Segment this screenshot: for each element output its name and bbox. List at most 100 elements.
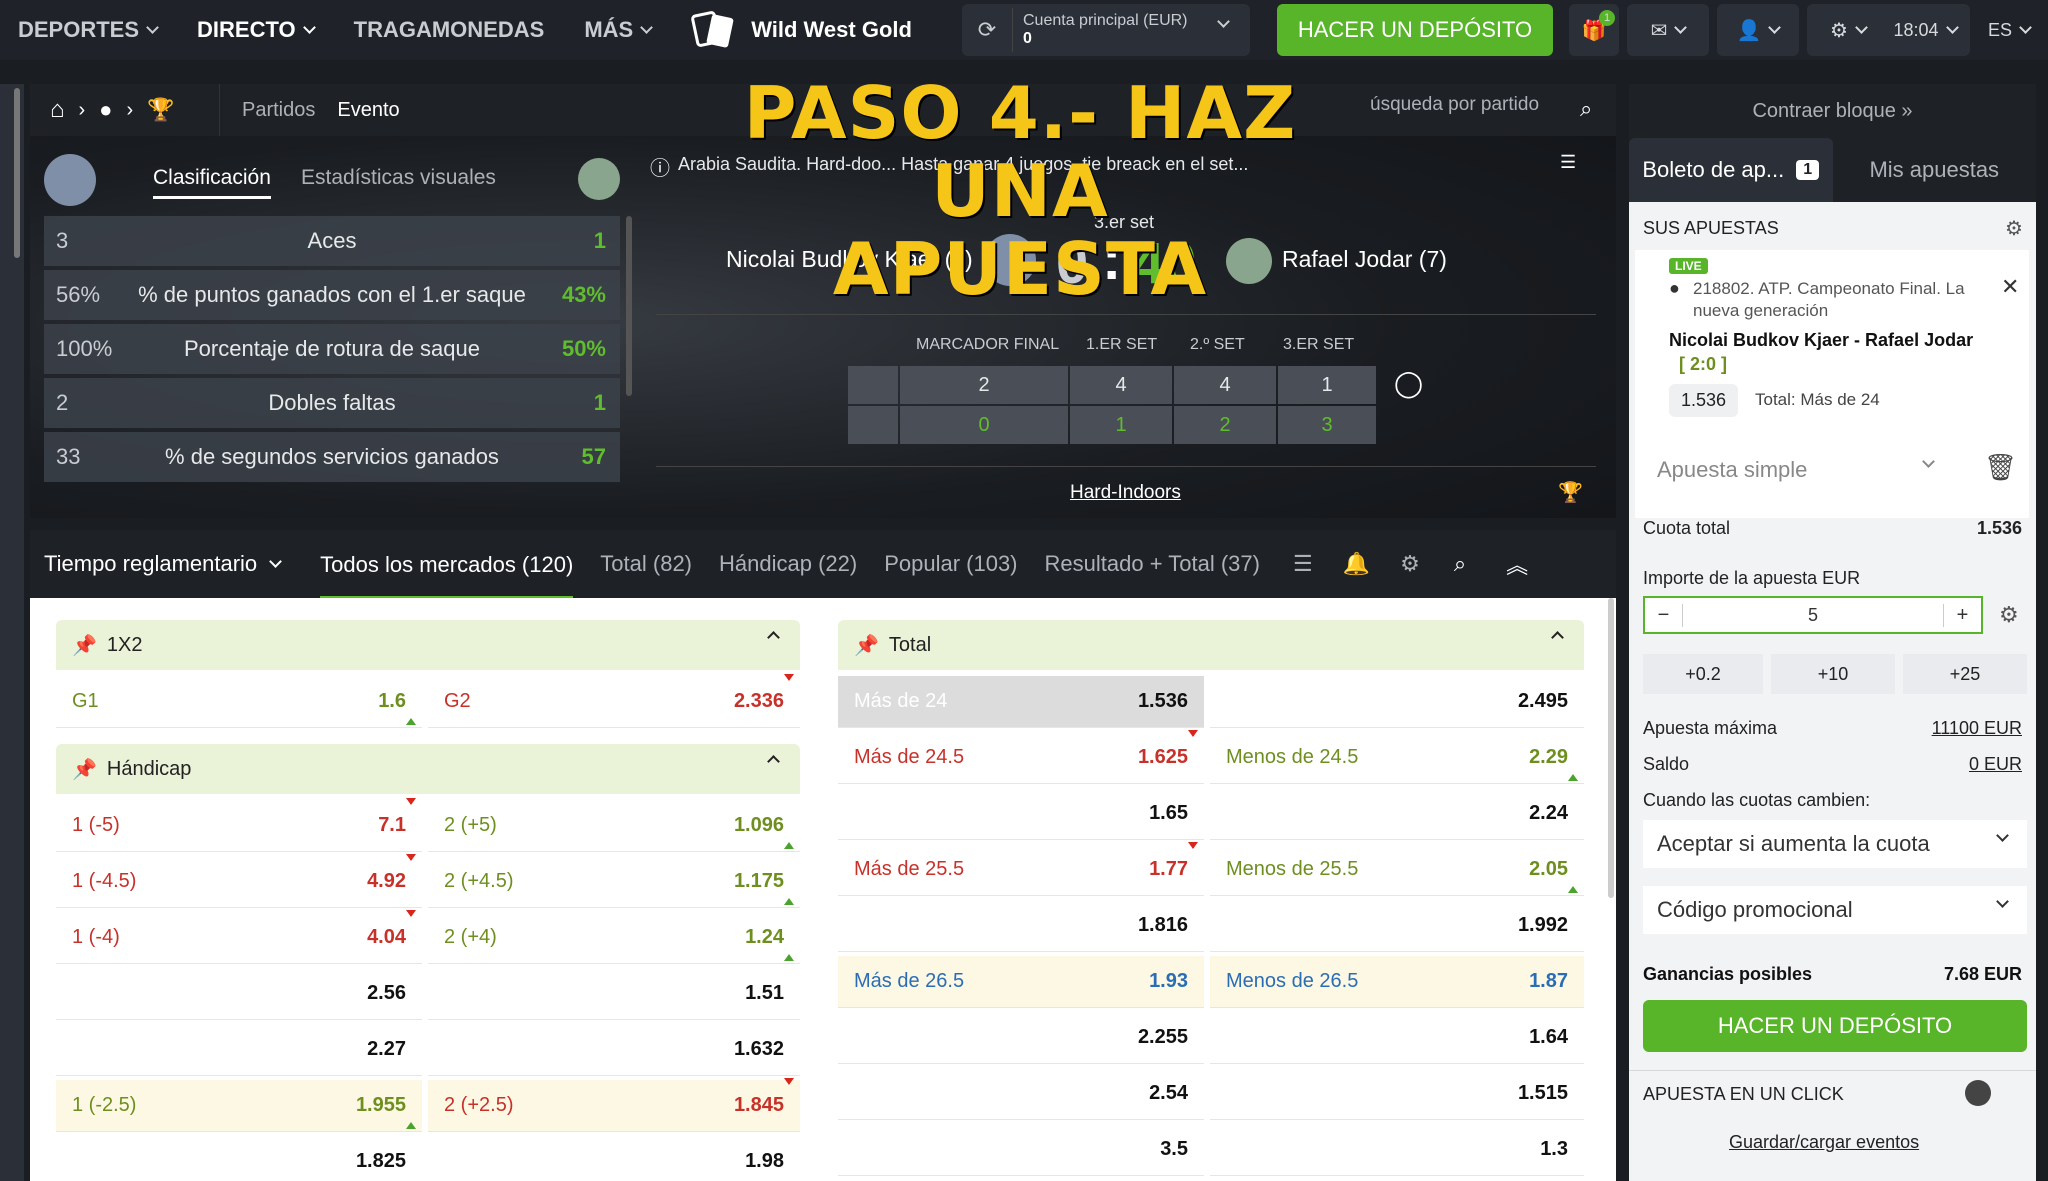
odd-total[interactable]: Menos de 27.5 1.515 [1210, 1068, 1584, 1120]
odd-handicap[interactable]: 1 (-4) 4.04 [56, 910, 422, 964]
increase-button[interactable]: + [1943, 603, 1981, 627]
tab-visual-stats[interactable]: Estadísticas visuales [301, 166, 496, 190]
odd-handicap[interactable]: 1 (-4.5) 4.92 [56, 854, 422, 908]
account-selector[interactable]: ⟳ Cuenta principal (EUR) 0 [962, 4, 1250, 56]
odd-handicap[interactable]: 1 (-5) 7.1 [56, 798, 422, 852]
odd-total[interactable]: Menos de 26.5 1.87 [1210, 956, 1584, 1008]
search-icon[interactable]: ⌕ [1454, 551, 1466, 577]
deposit-button[interactable]: HACER UN DEPÓSITO [1643, 1000, 2027, 1052]
gear-icon[interactable]: ⚙ [1400, 551, 1420, 577]
collapse-icon[interactable]: ︽ [1506, 548, 1528, 580]
bell-icon[interactable]: 🔔 [1343, 551, 1370, 577]
deposit-button-top[interactable]: HACER UN DEPÓSITO [1277, 4, 1553, 56]
market-total-header[interactable]: 📌 Total [838, 620, 1584, 670]
quick-add-10[interactable]: +10 [1771, 654, 1895, 694]
odd-handicap[interactable]: 2 (+3) 1.632 [428, 1024, 800, 1076]
quick-add-25[interactable]: +25 [1903, 654, 2027, 694]
odd-total-selected[interactable]: Más de 24 1.536 [838, 676, 1204, 728]
odd-total[interactable]: Menos de 24 2.495 [1210, 676, 1584, 728]
odd-handicap[interactable]: 1 (-3.5) 2.56 [56, 968, 422, 1020]
save-events-link[interactable]: Guardar/cargar eventos [1729, 1132, 1919, 1153]
odd-total[interactable]: Más de 26 1.816 [838, 900, 1204, 952]
nav-live[interactable]: DIRECTO [179, 0, 332, 60]
stats-scrollbar[interactable] [626, 216, 632, 396]
tab-matches[interactable]: Partidos [242, 99, 315, 122]
odd-total[interactable]: Menos de 28 1.3 [1210, 1124, 1584, 1176]
pin-icon[interactable]: 📌 [854, 633, 879, 658]
odd-handicap[interactable]: 1 (-2.5) 1.955 [56, 1080, 422, 1132]
odd-handicap[interactable]: 2 (+4.5) 1.175 [428, 856, 800, 908]
pin-icon[interactable]: 📌 [72, 633, 97, 658]
search-icon[interactable]: ⌕ [1580, 96, 1592, 122]
tab-handicap[interactable]: Hándicap (22) [719, 551, 857, 577]
tab-popular[interactable]: Popular (103) [884, 551, 1017, 577]
tab-classification[interactable]: Clasificación [153, 166, 271, 199]
surface-link[interactable]: Hard-Indoors [1070, 482, 1181, 504]
market-handicap-header[interactable]: 📌 Hándicap [56, 744, 800, 794]
refresh-icon[interactable]: ⟳ [962, 17, 1012, 43]
odd-g2[interactable]: G2 2.336 [428, 674, 800, 728]
gear-icon[interactable]: ⚙ [2005, 216, 2023, 241]
game-link[interactable]: Wild West Gold [689, 10, 912, 50]
decrease-button[interactable]: − [1645, 603, 1683, 627]
odd-total[interactable]: Menos de 24.5 2.29 [1210, 732, 1584, 784]
tab-total[interactable]: Total (82) [600, 551, 692, 577]
odd-total[interactable]: Más de 24.5 1.625 [838, 730, 1204, 784]
balance-value[interactable]: 0 EUR [1969, 754, 2022, 775]
odd-total[interactable]: Menos de 25.5 2.05 [1210, 844, 1584, 896]
odd-total[interactable]: Menos de 26 1.992 [1210, 900, 1584, 952]
tab-bet-slip[interactable]: Boleto de ap... 1 [1629, 138, 1833, 202]
odd-total[interactable]: Más de 27.5 2.54 [838, 1068, 1204, 1120]
gift-button[interactable]: 🎁 1 [1569, 4, 1619, 56]
odd-total[interactable]: Más de 25.5 1.77 [838, 842, 1204, 896]
profile-button[interactable]: 👤 [1717, 4, 1799, 56]
page-scrollbar[interactable] [14, 88, 20, 258]
tab-my-bets[interactable]: Mis apuestas [1833, 138, 2037, 202]
tennis-ball-icon[interactable]: ● [99, 97, 112, 123]
close-icon[interactable]: ✕ [2001, 274, 2019, 300]
time-button[interactable]: 18:04 [1880, 4, 1970, 56]
odd-handicap[interactable]: 1 (-3) 2.27 [56, 1024, 422, 1076]
home-icon[interactable]: ⌂ [50, 96, 65, 124]
trash-icon[interactable]: 🗑 [1984, 452, 2017, 483]
amount-input[interactable]: 5 [1683, 605, 1943, 626]
match-search-input[interactable]: úsqueda por partido [1370, 94, 1539, 116]
one-click-toggle[interactable] [1965, 1080, 1991, 1106]
odd-total[interactable]: Menos de 27 1.64 [1210, 1012, 1584, 1064]
language-button[interactable]: ES [1976, 4, 2042, 56]
max-bet-value[interactable]: 11100 EUR [1932, 718, 2022, 739]
gear-icon[interactable]: ⚙ [1999, 602, 2019, 628]
odd-handicap[interactable]: 2 (+2.5) 1.845 [428, 1078, 800, 1132]
odd-total[interactable]: Más de 28 3.5 [838, 1124, 1204, 1176]
odd-handicap[interactable]: 2 (+5) 1.096 [428, 800, 800, 852]
bet-type-select[interactable]: Apuesta simple [1643, 446, 1953, 494]
list-view-icon[interactable]: ☰ [1293, 551, 1313, 577]
odd-handicap[interactable]: 2 (+3.5) 1.51 [428, 968, 800, 1020]
expand-icon[interactable]: ☰ [1560, 152, 1576, 173]
trophy-icon[interactable]: 🏆 [1558, 480, 1583, 505]
tab-all-markets[interactable]: Todos los mercados (120) [320, 530, 574, 599]
odd-total[interactable]: Más de 25 1.65 [838, 788, 1204, 840]
quick-add-0.2[interactable]: +0.2 [1643, 654, 1763, 694]
market-1x2-header[interactable]: 📌 1X2 [56, 620, 800, 670]
collapse-block-button[interactable]: Contraer bloque » [1629, 84, 2036, 138]
odd-handicap[interactable]: 2 (+4) 1.24 [428, 912, 800, 964]
settings-button[interactable]: ⚙ [1807, 4, 1889, 56]
odds-change-select[interactable]: Aceptar si aumenta la cuota [1643, 820, 2027, 868]
period-selector[interactable]: Tiempo reglamentario [44, 551, 283, 577]
odd-handicap[interactable]: 1 (-2) 1.825 [56, 1136, 422, 1181]
tab-result-total[interactable]: Resultado + Total (37) [1045, 551, 1260, 577]
trophy-icon[interactable]: 🏆 [147, 97, 174, 123]
odd-g1[interactable]: G1 1.6 [56, 676, 422, 728]
nav-sports[interactable]: DEPORTES [0, 0, 175, 60]
messages-button[interactable]: ✉ [1627, 4, 1709, 56]
odd-total[interactable]: Menos de 25 2.24 [1210, 788, 1584, 840]
odd-handicap[interactable]: 2 (+2) 1.98 [428, 1136, 800, 1181]
promo-code-select[interactable]: Código promocional [1643, 886, 2027, 934]
nav-more[interactable]: MÁS [566, 0, 669, 60]
markets-scrollbar[interactable] [1608, 598, 1614, 898]
tab-event[interactable]: Evento [337, 99, 399, 122]
odd-total[interactable]: Más de 27 2.255 [838, 1012, 1204, 1064]
pin-icon[interactable]: 📌 [72, 757, 97, 782]
odd-total[interactable]: Más de 26.5 1.93 [838, 956, 1204, 1008]
